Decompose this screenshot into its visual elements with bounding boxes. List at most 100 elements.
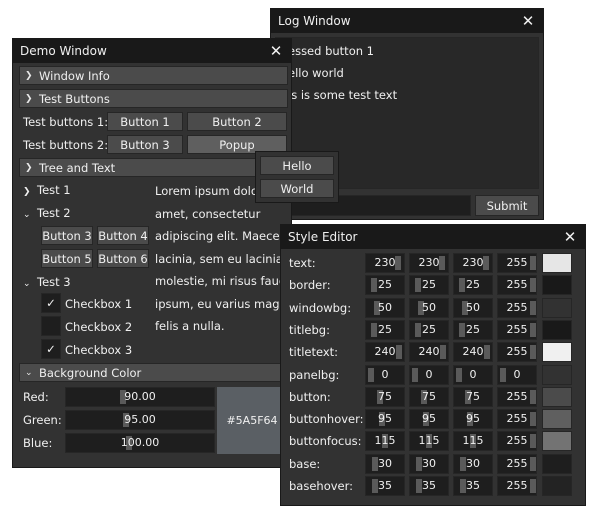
style-value-slider[interactable]: 50 [365, 297, 405, 318]
style-value-slider[interactable]: 0 [365, 364, 405, 385]
style-value-slider[interactable]: 75 [453, 386, 493, 407]
style-value-slider[interactable]: 255 [497, 253, 537, 273]
style-value-slider[interactable]: 255 [497, 476, 537, 496]
demo-window-title: Demo Window [20, 44, 107, 58]
style-value-slider[interactable]: 95 [365, 409, 405, 430]
color-swatch [542, 431, 572, 452]
style-value: 255 [506, 300, 528, 314]
style-value-slider[interactable]: 25 [365, 319, 405, 340]
style-value-slider[interactable]: 240 [453, 342, 493, 363]
style-value-slider[interactable]: 35 [409, 476, 449, 496]
close-icon[interactable]: ✕ [562, 229, 578, 245]
close-icon[interactable]: ✕ [520, 13, 536, 29]
style-editor-window: Style Editor ✕ text: 230 230 230 255 border: 2… [280, 224, 586, 506]
button-5-tree[interactable]: Button 5 [41, 249, 93, 268]
style-value-slider[interactable]: 230 [365, 253, 405, 273]
style-value-slider[interactable]: 75 [365, 386, 405, 407]
red-slider[interactable]: 90.00 [65, 387, 215, 407]
header-tree-and-text[interactable]: ❯ Tree and Text [19, 158, 288, 177]
green-label: Green: [23, 413, 62, 427]
tree-node-test1[interactable]: ❯ Test 1 [23, 183, 71, 197]
style-value: 255 [506, 434, 528, 448]
style-value-slider[interactable]: 25 [409, 319, 449, 340]
style-value: 50 [466, 300, 480, 314]
style-row-label: panelbg: [289, 367, 340, 382]
style-value: 115 [418, 434, 440, 448]
style-value-slider[interactable]: 35 [453, 476, 493, 496]
style-value-slider[interactable]: 255 [497, 275, 537, 296]
style-value: 255 [506, 322, 528, 336]
button-2[interactable]: Button 2 [187, 112, 287, 131]
style-value-slider[interactable]: 25 [453, 275, 493, 296]
button-3-tree[interactable]: Button 3 [41, 226, 93, 245]
style-value-slider[interactable]: 95 [409, 409, 449, 430]
style-value: 75 [422, 389, 436, 403]
style-value-slider[interactable]: 0 [409, 364, 449, 385]
log-window-titlebar[interactable]: Log Window ✕ [271, 9, 543, 33]
style-row-label: base: [289, 456, 321, 471]
checkbox-2[interactable] [41, 316, 61, 336]
style-value-slider[interactable]: 30 [453, 453, 493, 474]
header-test-buttons[interactable]: ❯ Test Buttons [19, 89, 288, 108]
style-row-label: basehover: [289, 479, 354, 493]
style-value: 25 [422, 322, 436, 336]
style-value-slider[interactable]: 230 [409, 253, 449, 273]
chevron-right-icon: ❯ [25, 70, 33, 81]
close-icon[interactable]: ✕ [268, 43, 284, 59]
color-swatch [542, 409, 572, 430]
style-value-slider[interactable]: 35 [365, 476, 405, 496]
style-value-slider[interactable]: 0 [453, 364, 493, 385]
style-value: 240 [418, 345, 440, 359]
tree-node-test2[interactable]: ⌄ Test 2 [23, 206, 71, 220]
style-value-slider[interactable]: 25 [365, 275, 405, 296]
checkbox-1[interactable]: ✓ [41, 293, 61, 313]
style-value-slider[interactable]: 240 [365, 342, 405, 363]
style-value-slider[interactable]: 255 [497, 342, 537, 363]
style-value-slider[interactable]: 230 [453, 253, 493, 273]
red-label: Red: [23, 390, 49, 404]
blue-slider[interactable]: 100.00 [65, 433, 215, 453]
style-value-slider[interactable]: 255 [497, 297, 537, 318]
style-value: 25 [378, 322, 392, 336]
style-value-slider[interactable]: 50 [453, 297, 493, 318]
style-value-slider[interactable]: 0 [497, 364, 537, 385]
green-slider[interactable]: 95.00 [65, 410, 215, 430]
header-background-color[interactable]: ⌄ Background Color [19, 363, 288, 382]
button-6-tree[interactable]: Button 6 [97, 249, 149, 268]
button-4-tree[interactable]: Button 4 [97, 226, 149, 245]
button-1[interactable]: Button 1 [107, 112, 183, 131]
submit-button[interactable]: Submit [475, 195, 539, 216]
style-value-slider[interactable]: 115 [365, 431, 405, 452]
style-value: 30 [422, 456, 436, 470]
style-value-slider[interactable]: 115 [409, 431, 449, 452]
chevron-down-icon: ❯ [25, 93, 33, 104]
style-value-slider[interactable]: 255 [497, 453, 537, 474]
style-value-slider[interactable]: 25 [453, 319, 493, 340]
style-value-slider[interactable]: 75 [409, 386, 449, 407]
style-value-slider[interactable]: 30 [409, 453, 449, 474]
style-value-slider[interactable]: 255 [497, 319, 537, 340]
style-value-slider[interactable]: 255 [497, 409, 537, 430]
tree-node-test3[interactable]: ⌄ Test 3 [23, 275, 71, 289]
style-value-slider[interactable]: 240 [409, 342, 449, 363]
header-window-info[interactable]: ❯ Window Info [19, 66, 288, 85]
style-value-slider[interactable]: 115 [453, 431, 493, 452]
demo-window-titlebar[interactable]: Demo Window ✕ [13, 39, 291, 63]
style-value-slider[interactable]: 50 [409, 297, 449, 318]
style-value-slider[interactable]: 255 [497, 431, 537, 452]
style-value: 255 [506, 345, 528, 359]
checkbox-3[interactable]: ✓ [41, 339, 61, 359]
style-value-slider[interactable]: 255 [497, 386, 537, 407]
style-value: 230 [418, 256, 440, 269]
popup-item-hello[interactable]: Hello [260, 156, 334, 175]
demo-window: Demo Window ✕ ❯ Window Info ❯ Test Butto… [12, 38, 292, 468]
style-editor-titlebar[interactable]: Style Editor ✕ [281, 225, 585, 249]
style-value: 35 [422, 479, 436, 492]
style-editor-title: Style Editor [288, 230, 358, 244]
check-icon: ✓ [46, 296, 56, 310]
style-value-slider[interactable]: 95 [453, 409, 493, 430]
style-value-slider[interactable]: 30 [365, 453, 405, 474]
button-3[interactable]: Button 3 [107, 135, 183, 154]
popup-item-world[interactable]: World [260, 179, 334, 198]
style-value-slider[interactable]: 25 [409, 275, 449, 296]
